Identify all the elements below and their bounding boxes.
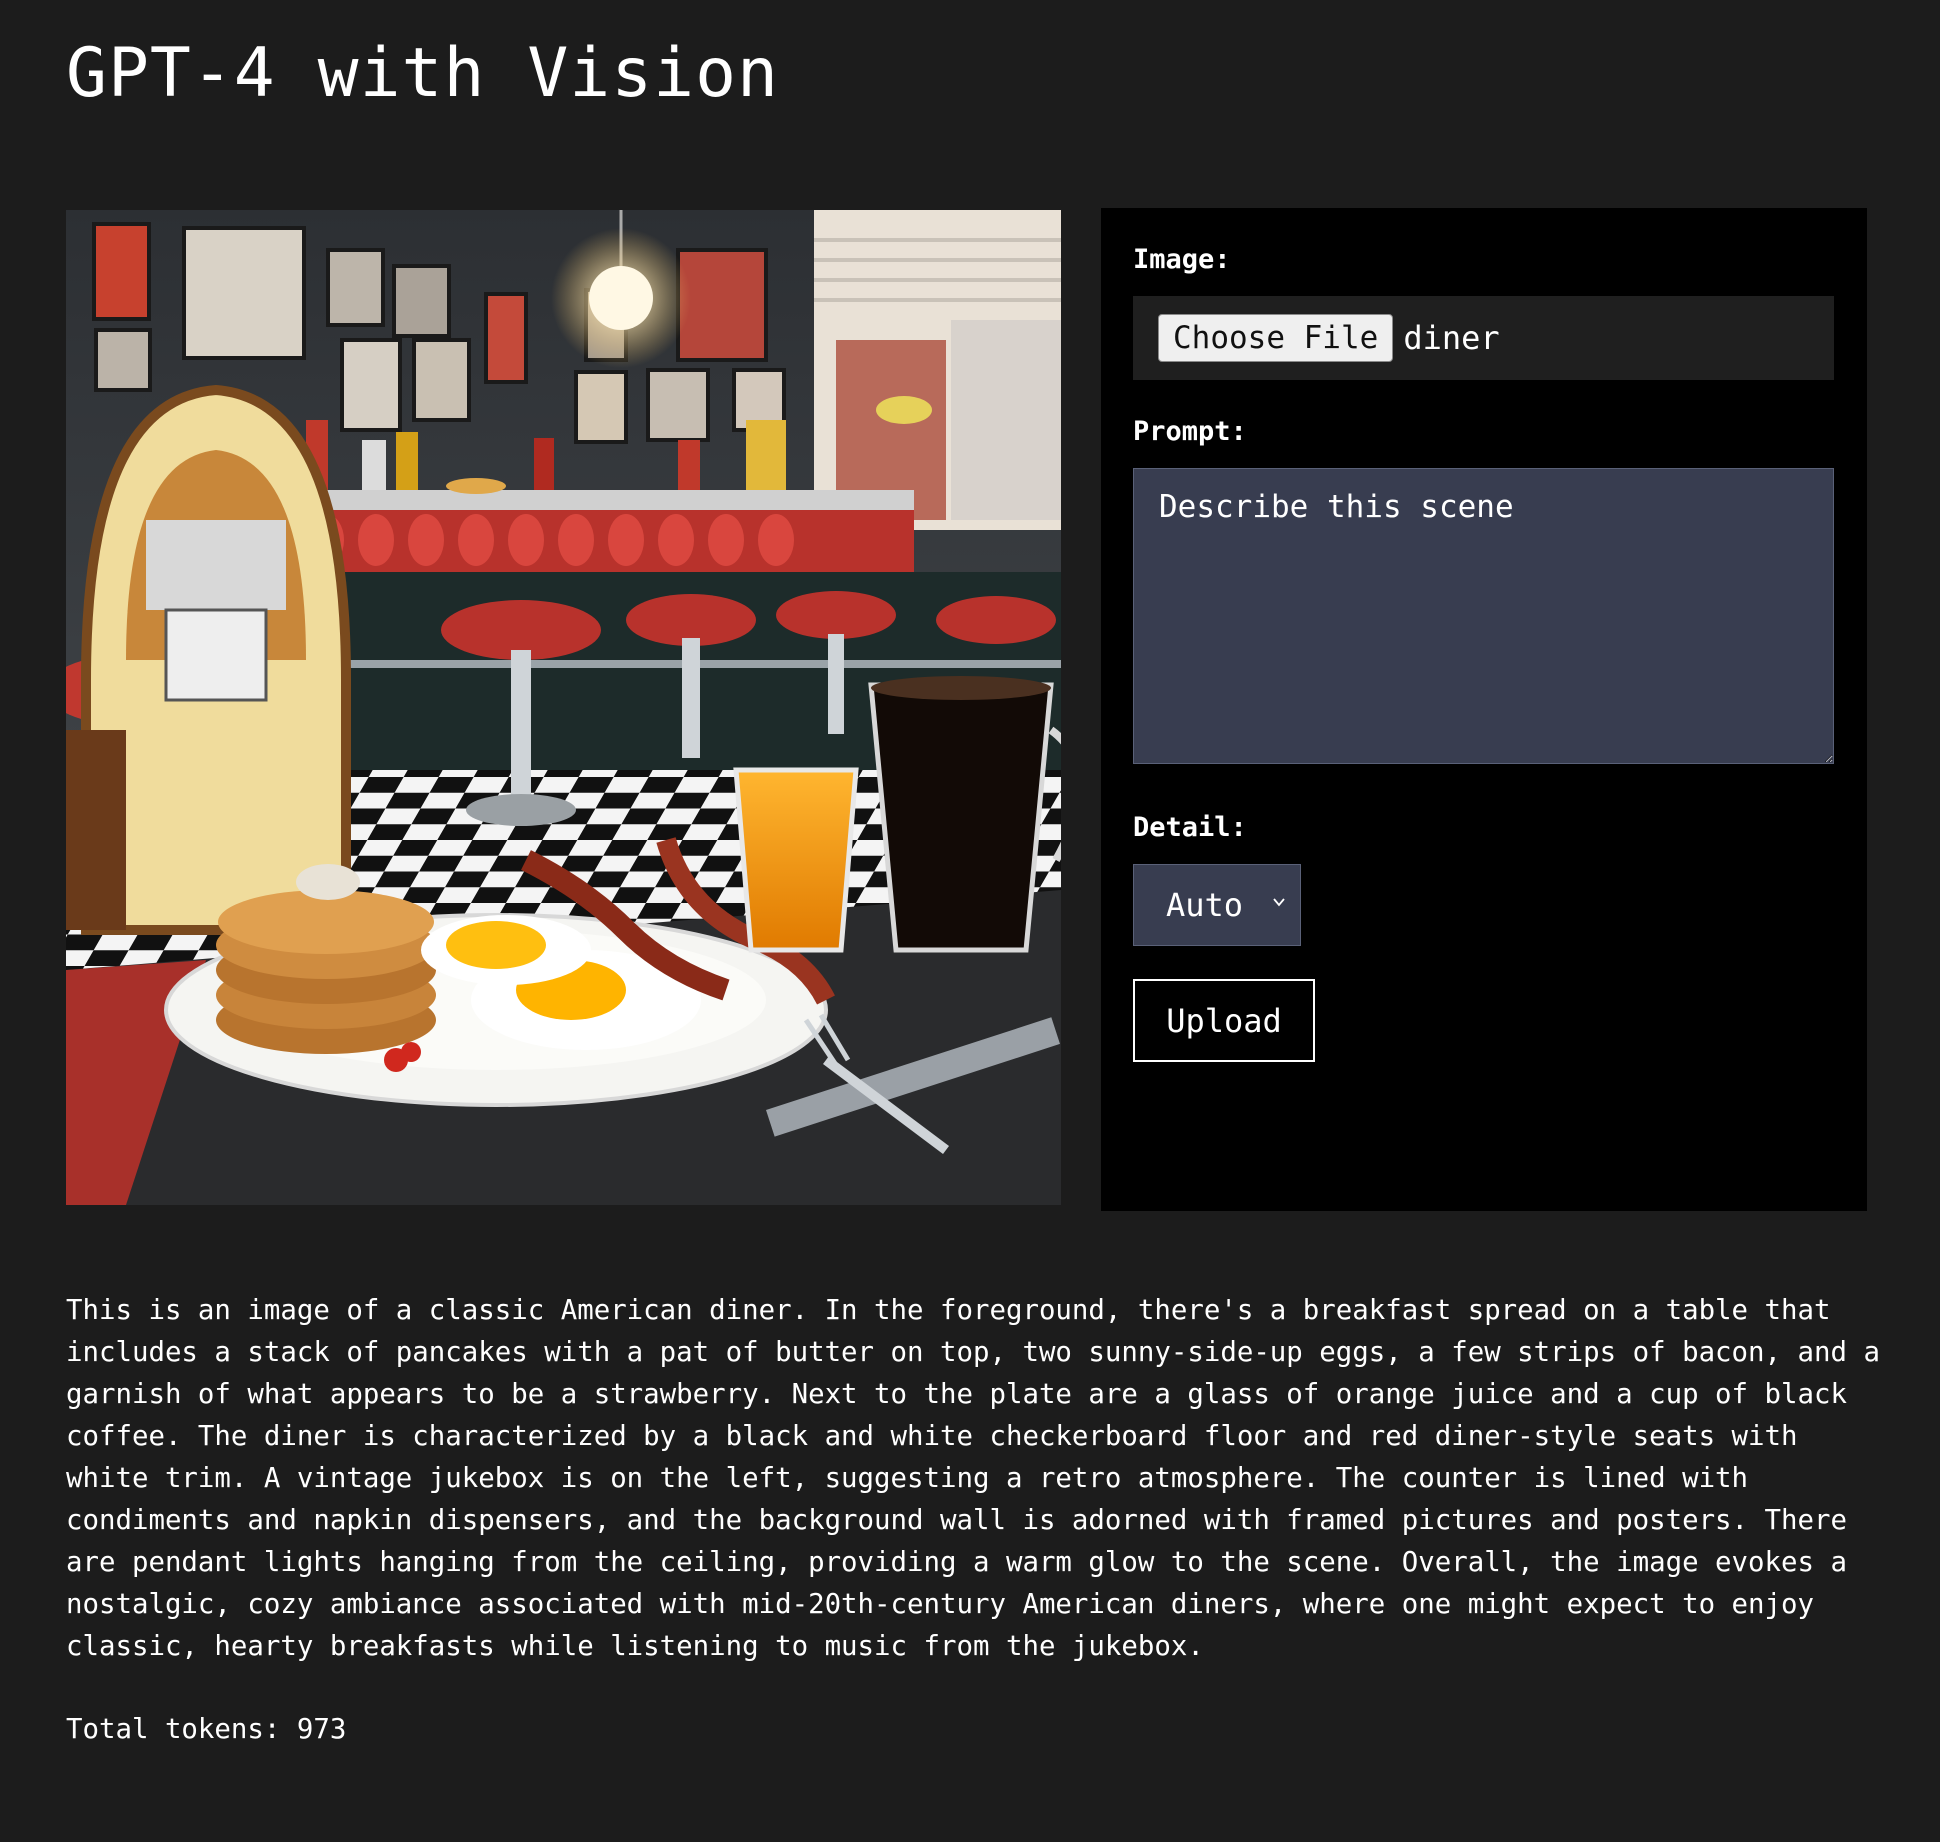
file-input[interactable]: Choose File diner [1133,296,1834,380]
detail-selected-value: Auto [1166,886,1244,924]
detail-select[interactable]: Auto [1133,864,1301,946]
total-tokens: Total tokens: 973 [66,1714,347,1745]
choose-file-button[interactable]: Choose File [1158,314,1394,362]
prompt-textarea[interactable] [1133,468,1834,764]
upload-button[interactable]: Upload [1133,979,1315,1062]
selected-file-name: diner [1403,319,1500,357]
detail-label: Detail: [1133,812,1247,843]
response-description: This is an image of a classic American d… [66,1295,1880,1662]
prompt-label: Prompt: [1133,416,1247,447]
upload-form-panel: Image: Choose File diner Prompt: Detail:… [1101,208,1867,1211]
page-title: GPT-4 with Vision [66,34,779,113]
image-label: Image: [1133,244,1231,275]
diner-preview-image [66,210,1061,1205]
chevron-down-icon [1273,898,1285,907]
